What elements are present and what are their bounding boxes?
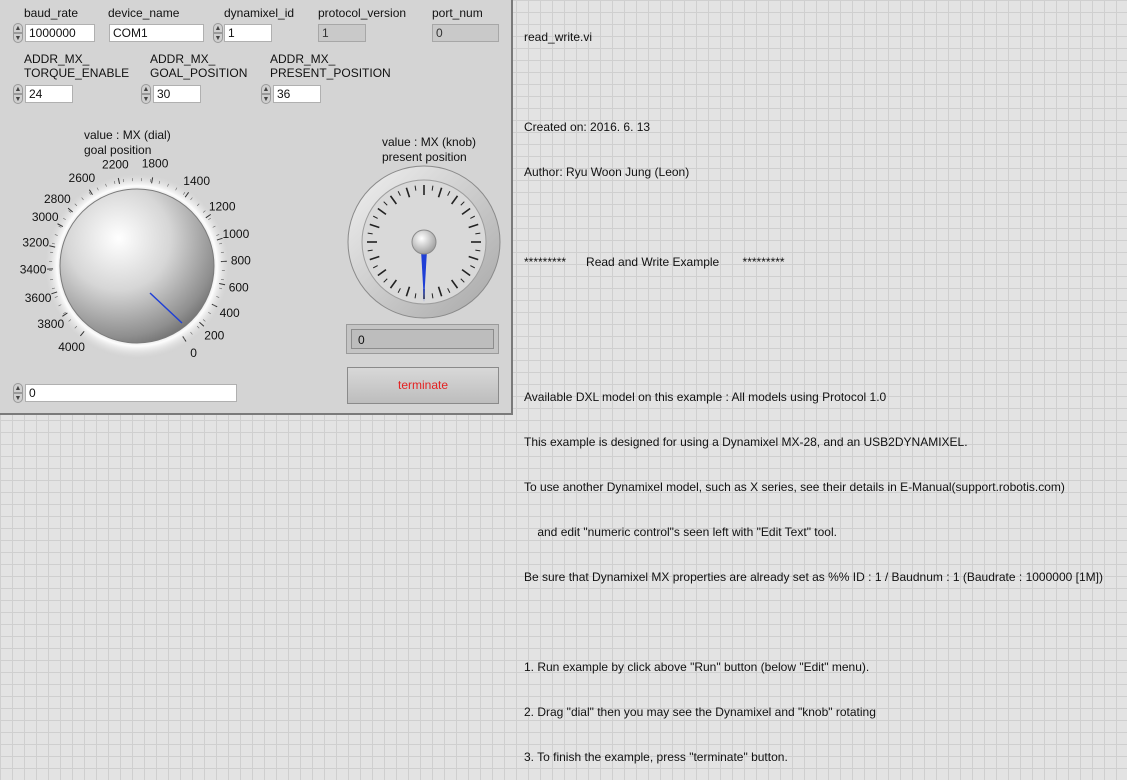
notes-line: Be sure that Dynamixel MX properties are… bbox=[524, 570, 1103, 585]
notes-header: ********* Read and Write Example *******… bbox=[524, 255, 1103, 270]
blank-line bbox=[524, 345, 1103, 360]
blank-line bbox=[524, 300, 1103, 315]
notes-step: 1. Run example by click above "Run" butt… bbox=[524, 660, 1103, 675]
notes-step: 3. To finish the example, press "termina… bbox=[524, 750, 1103, 765]
present-position-indicator-frame: 0 bbox=[346, 324, 499, 354]
notes-author: Author: Ryu Woon Jung (Leon) bbox=[524, 165, 1103, 180]
blank-line bbox=[524, 615, 1103, 630]
notes-created: Created on: 2016. 6. 13 bbox=[524, 120, 1103, 135]
blank-line bbox=[524, 75, 1103, 90]
terminate-button[interactable]: terminate bbox=[347, 367, 499, 404]
notes-step: 2. Drag "dial" then you may see the Dyna… bbox=[524, 705, 1103, 720]
gauge-hub bbox=[412, 230, 436, 254]
present-position-indicator: 0 bbox=[351, 329, 494, 349]
notes-line: This example is designed for using a Dyn… bbox=[524, 435, 1103, 450]
notes-line: and edit "numeric control"s seen left wi… bbox=[524, 525, 1103, 540]
notes-panel: read_write.vi Created on: 2016. 6. 13 Au… bbox=[524, 0, 1103, 780]
blank-line bbox=[524, 210, 1103, 225]
notes-line: Available DXL model on this example : Al… bbox=[524, 390, 1103, 405]
notes-filename: read_write.vi bbox=[524, 30, 1103, 45]
notes-line: To use another Dynamixel model, such as … bbox=[524, 480, 1103, 495]
front-panel: baud_rate device_name dynamixel_id proto… bbox=[0, 0, 513, 415]
